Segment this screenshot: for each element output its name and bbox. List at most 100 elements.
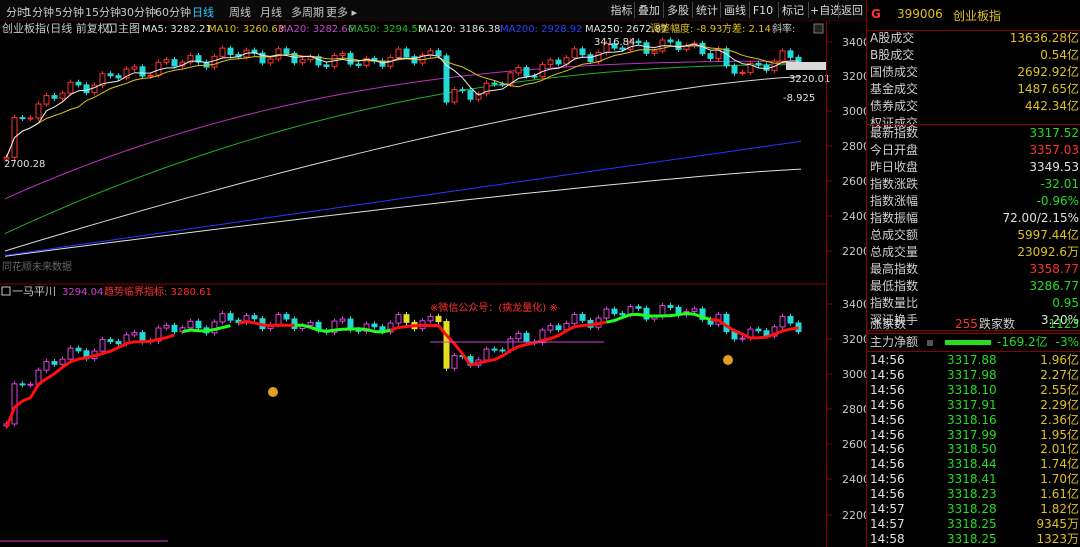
stat-label: B股成交 xyxy=(870,48,915,62)
toolbar-button-4[interactable]: 画线 xyxy=(722,3,748,18)
tick-volume: 2.27亿 xyxy=(1040,367,1079,382)
adjust-label: 调整幅度: -8.93 xyxy=(650,22,722,35)
main-candle xyxy=(155,61,162,76)
stat-row: B股成交 0.54亿 xyxy=(867,47,1080,64)
stat-value: -0.96% xyxy=(1036,194,1079,208)
stat-label: 指数振幅 xyxy=(870,211,919,225)
period-tab-8[interactable]: 月线 xyxy=(260,4,282,20)
main-candle xyxy=(43,95,50,105)
tick-price: 3318.41 xyxy=(947,472,997,487)
sub-y-tick: 3200 xyxy=(842,333,866,346)
toolbar-separator xyxy=(838,2,839,18)
stat-label: 指数量比 xyxy=(870,296,919,310)
period-tab-3[interactable]: 15分钟 xyxy=(85,4,121,20)
period-tab-7[interactable]: 周线 xyxy=(229,4,251,20)
period-tab-2[interactable]: 5分钟 xyxy=(55,4,84,20)
sub-candle xyxy=(443,321,450,369)
sub-candle xyxy=(163,324,170,329)
stat-value: 5997.44亿 xyxy=(1017,228,1079,242)
main-candle xyxy=(619,47,626,50)
sub-candle xyxy=(667,305,674,308)
stat-row: 指数涨幅 -0.96% xyxy=(867,193,1080,210)
stat-row: 今日开盘 3357.03 xyxy=(867,142,1080,159)
slope-label: 斜率: xyxy=(772,22,795,35)
toolbar-button-6[interactable]: 标记 xyxy=(780,3,806,18)
tick-time: 14:56 xyxy=(870,353,905,367)
toolbar-button-1[interactable]: 叠加 xyxy=(636,3,662,18)
stat-label: 总成交额 xyxy=(870,228,919,242)
toolbar-button-5[interactable]: F10 xyxy=(751,3,775,18)
sub-candle xyxy=(227,313,234,321)
period-tab-10[interactable]: 更多 ▸ xyxy=(326,4,357,20)
stat-row: 债券成交 442.34亿 xyxy=(867,98,1080,115)
stat-label: 基金成交 xyxy=(870,82,919,96)
main-candle xyxy=(755,62,762,66)
sub-y-tick: 2200 xyxy=(842,509,866,522)
sub-candle xyxy=(635,306,642,309)
sub-candle xyxy=(283,313,290,320)
main-candle xyxy=(731,65,738,74)
period-tab-4[interactable]: 30分钟 xyxy=(120,4,156,20)
stat-label: 最低指数 xyxy=(870,279,919,293)
sub-candle xyxy=(187,320,194,329)
toolbar-button-3[interactable]: 统计 xyxy=(694,3,720,18)
period-tab-5[interactable]: 60分钟 xyxy=(155,4,191,20)
sub-candle xyxy=(499,349,506,352)
main-candle xyxy=(451,89,458,103)
period-tab-6[interactable]: 日线 xyxy=(192,4,214,20)
main-candle xyxy=(67,81,74,94)
sub-y-tick: 3000 xyxy=(842,368,866,381)
main-candle xyxy=(115,75,122,79)
tick-volume: 1.95亿 xyxy=(1040,427,1079,442)
last-label: 3220.01 xyxy=(789,74,830,85)
tick-volume: 1.74亿 xyxy=(1040,457,1079,472)
drop-label: -8.925 xyxy=(783,93,815,104)
quote-header: G 399006 创业板指 xyxy=(867,0,1080,31)
collapse-icon xyxy=(813,23,824,34)
main-candle xyxy=(171,59,178,67)
stat-row: 最低指数 3286.77 xyxy=(867,278,1080,295)
sub-candle xyxy=(11,383,18,425)
tick-time: 14:56 xyxy=(870,382,905,397)
main-candle xyxy=(547,59,554,65)
tick-volume: 2.01亿 xyxy=(1040,442,1079,457)
main-candle xyxy=(59,92,66,99)
tick-price: 3318.44 xyxy=(947,457,997,472)
sub-candle xyxy=(755,328,762,332)
rise-label: 涨家数 xyxy=(870,317,907,331)
tick-price: 3318.28 xyxy=(947,502,997,516)
period-tab-1[interactable]: 1分钟 xyxy=(25,4,54,20)
stat-value: 3317.52 xyxy=(1029,126,1079,140)
ma-label-4: MA120: 3186.38 xyxy=(418,24,500,35)
sub-y-tick: 2800 xyxy=(842,403,866,416)
stat-label: 国债成交 xyxy=(870,65,919,79)
tick-price: 3318.50 xyxy=(947,442,997,457)
sub-candle xyxy=(403,314,410,323)
stat-value: 72.00/2.15% xyxy=(1002,211,1079,225)
main-candle xyxy=(763,64,770,71)
sub-candle xyxy=(107,339,114,343)
sub-candle xyxy=(603,308,610,319)
main-candle xyxy=(323,64,330,68)
stat-label: 总成交量 xyxy=(870,245,919,259)
tick-time: 14:58 xyxy=(870,531,905,546)
tick-price: 3318.23 xyxy=(947,487,997,502)
sub-candle xyxy=(515,332,522,340)
stat-value: 0.95 xyxy=(1052,296,1079,310)
main-candle xyxy=(227,47,234,55)
high-label: 3416.84 xyxy=(594,37,635,48)
stat-value: 3357.03 xyxy=(1029,143,1079,157)
tick-volume: 1323万 xyxy=(1036,531,1079,546)
tick-time: 14:56 xyxy=(870,472,905,487)
tick-price: 3318.25 xyxy=(947,516,997,531)
kline-chart[interactable]: 创业板指(日线 前复权) 主图 MA5: 3282.21MA10: 3260.63M… xyxy=(0,21,866,547)
period-tab-9[interactable]: 多周期 xyxy=(291,4,324,20)
toolbar-button-2[interactable]: 多股 xyxy=(665,3,691,18)
toolbar-button-8[interactable]: 返回 xyxy=(840,3,864,18)
stat-label: 今日开盘 xyxy=(870,143,919,157)
sub-candle xyxy=(275,313,282,326)
sub-candle xyxy=(571,313,578,324)
toolbar-button-0[interactable]: 指标 xyxy=(609,3,634,18)
toolbar-button-7[interactable]: +自选 xyxy=(810,3,841,18)
tick-volume: 1.70亿 xyxy=(1040,472,1079,487)
